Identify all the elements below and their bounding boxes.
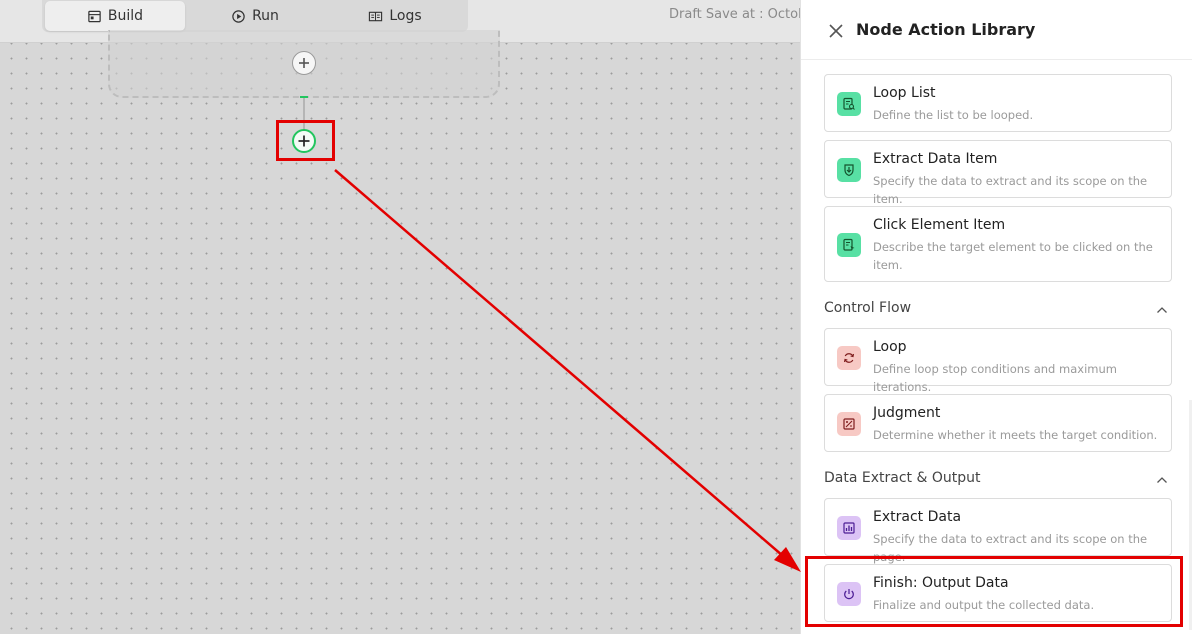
download-shield-icon: [837, 158, 861, 182]
section-title-data-extract-output: Data Extract & Output: [824, 470, 981, 486]
panel-body[interactable]: Loop List Define the list to be looped. …: [801, 0, 1192, 634]
tab-build-label: Build: [107, 8, 144, 24]
card-description: Determine whether it meets the target co…: [873, 428, 1158, 442]
card-click-element-item[interactable]: Click Element Item Describe the target e…: [824, 206, 1172, 282]
card-description: Define loop stop conditions and maximum …: [873, 362, 1117, 394]
card-title: Finish: Output Data: [873, 575, 1009, 591]
add-node-button[interactable]: [292, 129, 316, 153]
chart-icon: [837, 516, 861, 540]
click-list-icon: [837, 233, 861, 257]
card-finish-output-data[interactable]: Finish: Output Data Finalize and output …: [824, 564, 1172, 622]
run-icon: [232, 9, 245, 23]
draft-save-status: Draft Save at : October: [669, 7, 800, 22]
card-description: Describe the target element to be clicke…: [873, 240, 1153, 272]
chevron-up-icon[interactable]: [1155, 303, 1169, 317]
section-title-control-flow: Control Flow: [824, 300, 912, 316]
tab-logs-label: Logs: [389, 8, 422, 24]
panel-header: Node Action Library: [801, 0, 1192, 60]
node-connector: [303, 98, 305, 130]
plus-icon: [298, 135, 310, 147]
card-title: Judgment: [873, 405, 941, 421]
card-description: Specify the data to extract and its scop…: [873, 174, 1148, 206]
card-title: Click Element Item: [873, 217, 1006, 233]
loop-icon: [837, 346, 861, 370]
plus-icon: [299, 58, 309, 68]
connector-handle: [300, 96, 308, 98]
build-icon: [88, 10, 101, 22]
card-loop-list[interactable]: Loop List Define the list to be looped.: [824, 74, 1172, 132]
list-search-icon: [837, 92, 861, 116]
mode-tabs: Build Run Logs: [42, 0, 468, 32]
add-node-inside-loop-button[interactable]: [292, 51, 316, 75]
power-icon: [837, 582, 861, 606]
logs-icon: [369, 11, 383, 21]
card-title: Extract Data Item: [873, 151, 998, 167]
card-description: Specify the data to extract and its scop…: [873, 532, 1148, 564]
card-extract-data[interactable]: Extract Data Specify the data to extract…: [824, 498, 1172, 564]
node-action-library-panel: Loop List Define the list to be looped. …: [800, 0, 1192, 634]
card-judgment[interactable]: Judgment Determine whether it meets the …: [824, 394, 1172, 452]
panel-title: Node Action Library: [856, 20, 1036, 39]
card-extract-data-item[interactable]: Extract Data Item Specify the data to ex…: [824, 140, 1172, 206]
card-title: Loop: [873, 339, 907, 355]
tab-run-label: Run: [252, 8, 279, 24]
card-description: Define the list to be looped.: [873, 108, 1034, 122]
close-icon[interactable]: [827, 22, 845, 40]
tab-build[interactable]: Build: [45, 1, 185, 31]
card-description: Finalize and output the collected data.: [873, 598, 1095, 612]
tab-logs[interactable]: Logs: [325, 1, 465, 31]
judgment-icon: [837, 412, 861, 436]
tab-run[interactable]: Run: [185, 1, 325, 31]
card-loop[interactable]: Loop Define loop stop conditions and max…: [824, 328, 1172, 394]
card-title: Loop List: [873, 85, 936, 101]
card-title: Extract Data: [873, 509, 962, 525]
chevron-up-icon[interactable]: [1155, 473, 1169, 487]
